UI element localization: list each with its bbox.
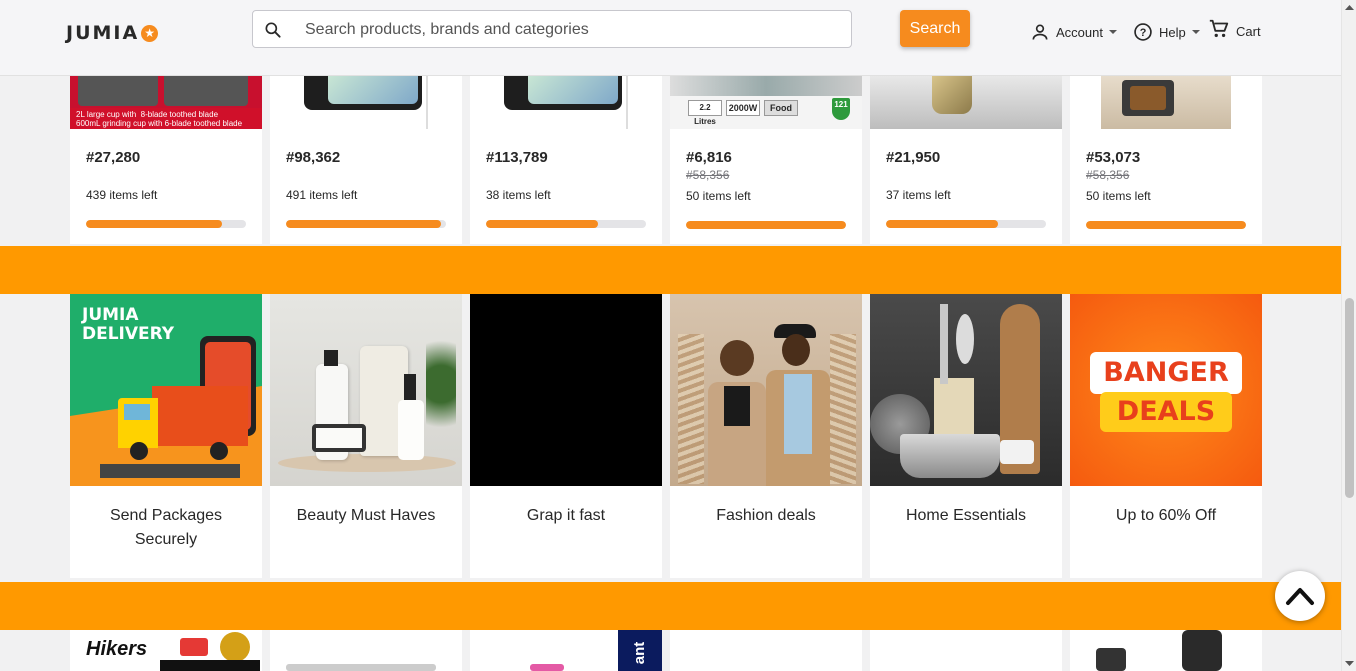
category-card[interactable]: BANGER DEALS Up to 60% Off <box>1070 294 1262 578</box>
product-image-caption: 2L large cup with 8-blade toothed blade … <box>70 108 262 129</box>
product-price: #98,362 <box>286 149 341 166</box>
product-image <box>270 76 462 129</box>
cart-link[interactable]: Cart <box>1208 18 1261 40</box>
scroll-down-arrow-icon[interactable] <box>1342 657 1356 669</box>
back-to-top-button[interactable] <box>1275 571 1325 621</box>
category-image <box>670 294 862 486</box>
category-image: JUMIA DELIVERY <box>70 294 262 486</box>
search-button[interactable]: Search <box>900 10 970 47</box>
chevron-down-icon <box>1191 30 1200 34</box>
category-card[interactable]: JUMIA DELIVERY Send Packages Securely <box>70 294 262 578</box>
items-left: 50 items left <box>686 189 751 203</box>
items-left: 50 items left <box>1086 189 1151 203</box>
page-scrollbar[interactable] <box>1341 0 1356 671</box>
product-badge: Food <box>764 100 798 116</box>
product-badge: 2.2 Litres <box>688 100 722 126</box>
cart-icon <box>1209 19 1229 38</box>
stock-progress-bar <box>86 220 246 228</box>
product-image: 2L large cup with 8-blade toothed blade … <box>70 76 262 129</box>
product-price: #27,280 <box>86 149 141 166</box>
product-card[interactable]: #113,789 38 items left <box>470 76 662 244</box>
category-tiles: JUMIA DELIVERY Send Packages Securely Be… <box>70 294 1262 582</box>
logo-star-icon: ★ <box>141 24 159 42</box>
preview-card[interactable]: Hikers <box>70 630 262 671</box>
flash-sale-products: 2L large cup with 8-blade toothed blade … <box>70 76 1262 246</box>
preview-card[interactable] <box>670 630 862 671</box>
product-price: #6,816 <box>686 149 732 166</box>
stock-progress-bar <box>886 220 1046 228</box>
category-title: Up to 60% Off <box>1115 507 1217 524</box>
category-title: Fashion deals <box>716 507 816 524</box>
category-title: Grap it fast <box>526 507 606 524</box>
category-image <box>870 294 1062 486</box>
items-left: 491 items left <box>286 188 358 202</box>
category-title: Home Essentials <box>905 507 1027 524</box>
preview-card-title: Hikers <box>86 638 148 660</box>
account-menu[interactable]: Account <box>1030 22 1117 42</box>
preview-card-text: ant <box>631 641 648 665</box>
product-image: 2.2 Litres 2000W Food 121 <box>670 76 862 129</box>
user-icon <box>1032 24 1048 40</box>
preview-card[interactable] <box>870 630 1062 671</box>
product-badge: 121 <box>832 98 850 120</box>
category-title: Send Packages Securely <box>109 507 223 548</box>
scroll-up-arrow-icon[interactable] <box>1342 2 1356 14</box>
stock-progress-bar <box>486 220 646 228</box>
category-image: BANGER DEALS <box>1070 294 1262 486</box>
search-bar <box>252 10 852 48</box>
category-card[interactable]: Grap it fast <box>470 294 662 578</box>
deals-text: DEALS <box>1100 392 1232 432</box>
help-label: Help <box>1159 24 1186 40</box>
logo-text: JUMIA <box>66 22 140 44</box>
items-left: 439 items left <box>86 188 158 202</box>
product-image <box>1070 76 1262 129</box>
banger-text: BANGER <box>1090 352 1242 394</box>
svg-text:?: ? <box>1140 27 1147 39</box>
account-label: Account <box>1056 24 1103 40</box>
product-card[interactable]: 2.2 Litres 2000W Food 121 #6,816 #58,356… <box>670 76 862 244</box>
category-card[interactable]: Fashion deals <box>670 294 862 578</box>
product-old-price: #58,356 <box>686 168 730 182</box>
items-left: 38 items left <box>486 188 551 202</box>
stock-progress-bar <box>686 221 846 229</box>
product-price: #21,950 <box>886 149 941 166</box>
category-card[interactable]: Home Essentials <box>870 294 1062 578</box>
jumia-logo[interactable]: JUMIA ★ <box>66 22 159 44</box>
product-card[interactable]: #53,073 #58,356 50 items left <box>1070 76 1262 244</box>
product-price: #53,073 <box>1086 149 1141 166</box>
product-price: #113,789 <box>486 149 548 166</box>
product-card[interactable]: 2L large cup with 8-blade toothed blade … <box>70 76 262 244</box>
scrollbar-thumb[interactable] <box>1345 298 1354 498</box>
stock-progress-bar <box>1086 221 1246 229</box>
preview-card[interactable] <box>1070 630 1262 671</box>
product-card[interactable]: #21,950 37 items left <box>870 76 1062 244</box>
category-image <box>470 294 662 486</box>
category-title: Beauty Must Haves <box>296 507 436 524</box>
preview-card[interactable] <box>270 630 462 671</box>
product-image <box>470 76 662 129</box>
chevron-down-icon <box>1108 30 1117 34</box>
items-left: 37 items left <box>886 188 951 202</box>
category-card[interactable]: Beauty Must Haves <box>270 294 462 578</box>
preview-card[interactable]: ant <box>470 630 662 671</box>
stock-progress-bar <box>286 220 446 228</box>
section-divider-band <box>0 582 1341 630</box>
help-icon: ? <box>1134 23 1152 41</box>
chevron-up-icon <box>1286 588 1314 605</box>
help-menu[interactable]: ? Help <box>1133 22 1200 42</box>
top-header: JUMIA ★ Search Account ? Help Cart <box>0 0 1341 76</box>
product-image <box>870 76 1062 129</box>
product-badge: 2000W <box>726 100 760 116</box>
cart-label: Cart <box>1236 23 1261 39</box>
search-icon <box>265 22 281 38</box>
search-input[interactable] <box>305 19 825 41</box>
category-image <box>270 294 462 486</box>
product-card[interactable]: #98,362 491 items left <box>270 76 462 244</box>
section-divider-band <box>0 246 1341 294</box>
next-section-preview: Hikers ant <box>70 630 1262 671</box>
product-old-price: #58,356 <box>1086 168 1130 182</box>
